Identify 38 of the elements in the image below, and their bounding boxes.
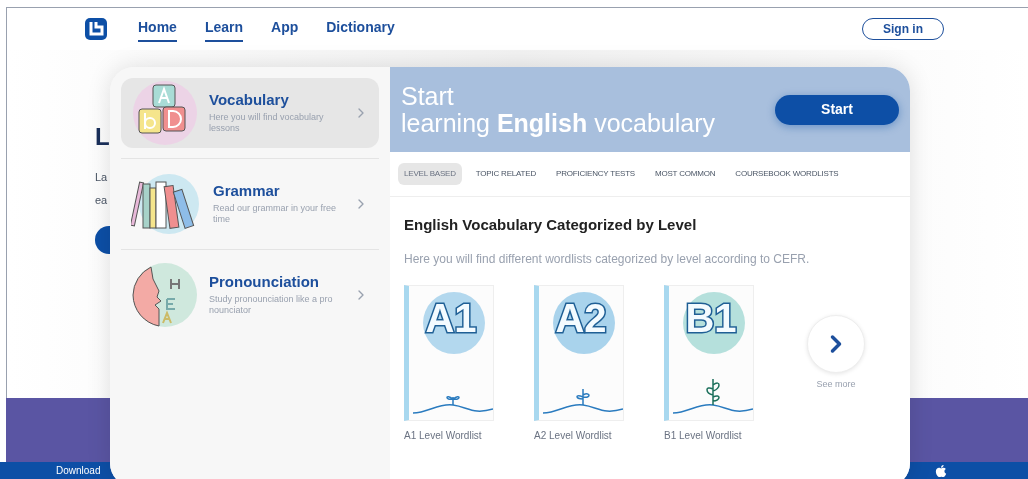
menu-item-subtitle: Here you will find vocabulary lessons bbox=[209, 112, 325, 135]
menu-item-subtitle: Read our grammar in your free time bbox=[213, 203, 338, 226]
category-tab[interactable]: PROFICIENCY TESTS bbox=[550, 163, 641, 185]
menu-item[interactable]: Grammar Read our grammar in your free time bbox=[121, 169, 379, 239]
category-tab[interactable]: TOPIC RELATED bbox=[469, 163, 542, 185]
page-heading: L bbox=[95, 125, 110, 149]
letter-blocks-icon bbox=[131, 79, 199, 147]
wordlist-label: B1 Level Wordlist bbox=[664, 428, 743, 443]
nav-link[interactable]: Home bbox=[138, 16, 177, 42]
category-tab[interactable]: COURSEBOOK WORDLISTS bbox=[729, 163, 845, 185]
cover-level-text: A2 bbox=[554, 294, 608, 338]
section-description: Here you will find different wordlists categorized by level according to CEFR. bbox=[404, 250, 811, 268]
apple-icon[interactable] bbox=[934, 463, 948, 478]
cover-level-text: B1 bbox=[684, 294, 738, 338]
menu-item-subtitle: Study pronounciation like a pro nounciator bbox=[209, 294, 334, 317]
page-text: La bbox=[95, 170, 108, 185]
footer-text: Download bbox=[56, 464, 101, 478]
nav-link[interactable]: Learn bbox=[204, 16, 244, 42]
category-tab[interactable]: LEVEL BASED bbox=[398, 163, 462, 185]
menu-item-title: Vocabulary bbox=[209, 91, 290, 111]
wordlist-label: A1 Level Wordlist bbox=[404, 428, 483, 443]
banner-subtitle: learning English vocabulary bbox=[401, 109, 716, 136]
section-title: English Vocabulary Categorized by Level bbox=[404, 215, 698, 235]
menu-item[interactable]: Vocabulary Here you will find vocabulary lessons bbox=[121, 78, 379, 148]
start-button[interactable]: Start bbox=[775, 94, 899, 125]
cover-level-text: A1 bbox=[424, 294, 478, 338]
nav-link[interactable]: App bbox=[271, 16, 299, 42]
menu-item[interactable]: Pronounciation Study pronounciation like a pro nounciator bbox=[121, 260, 379, 330]
nav-link[interactable]: Dictionary bbox=[326, 16, 395, 42]
menu-item-title: Grammar bbox=[213, 182, 281, 202]
logo-icon[interactable] bbox=[85, 18, 107, 40]
page-text: ea bbox=[95, 192, 108, 208]
wordlist-label: A2 Level Wordlist bbox=[534, 428, 613, 443]
menu-item-title: Pronounciation bbox=[209, 273, 320, 293]
category-tab[interactable]: MOST COMMON bbox=[649, 163, 722, 185]
see-more-label: See more bbox=[816, 377, 856, 391]
banner-title: Start bbox=[401, 83, 455, 110]
speaking-face-icon bbox=[131, 261, 199, 329]
